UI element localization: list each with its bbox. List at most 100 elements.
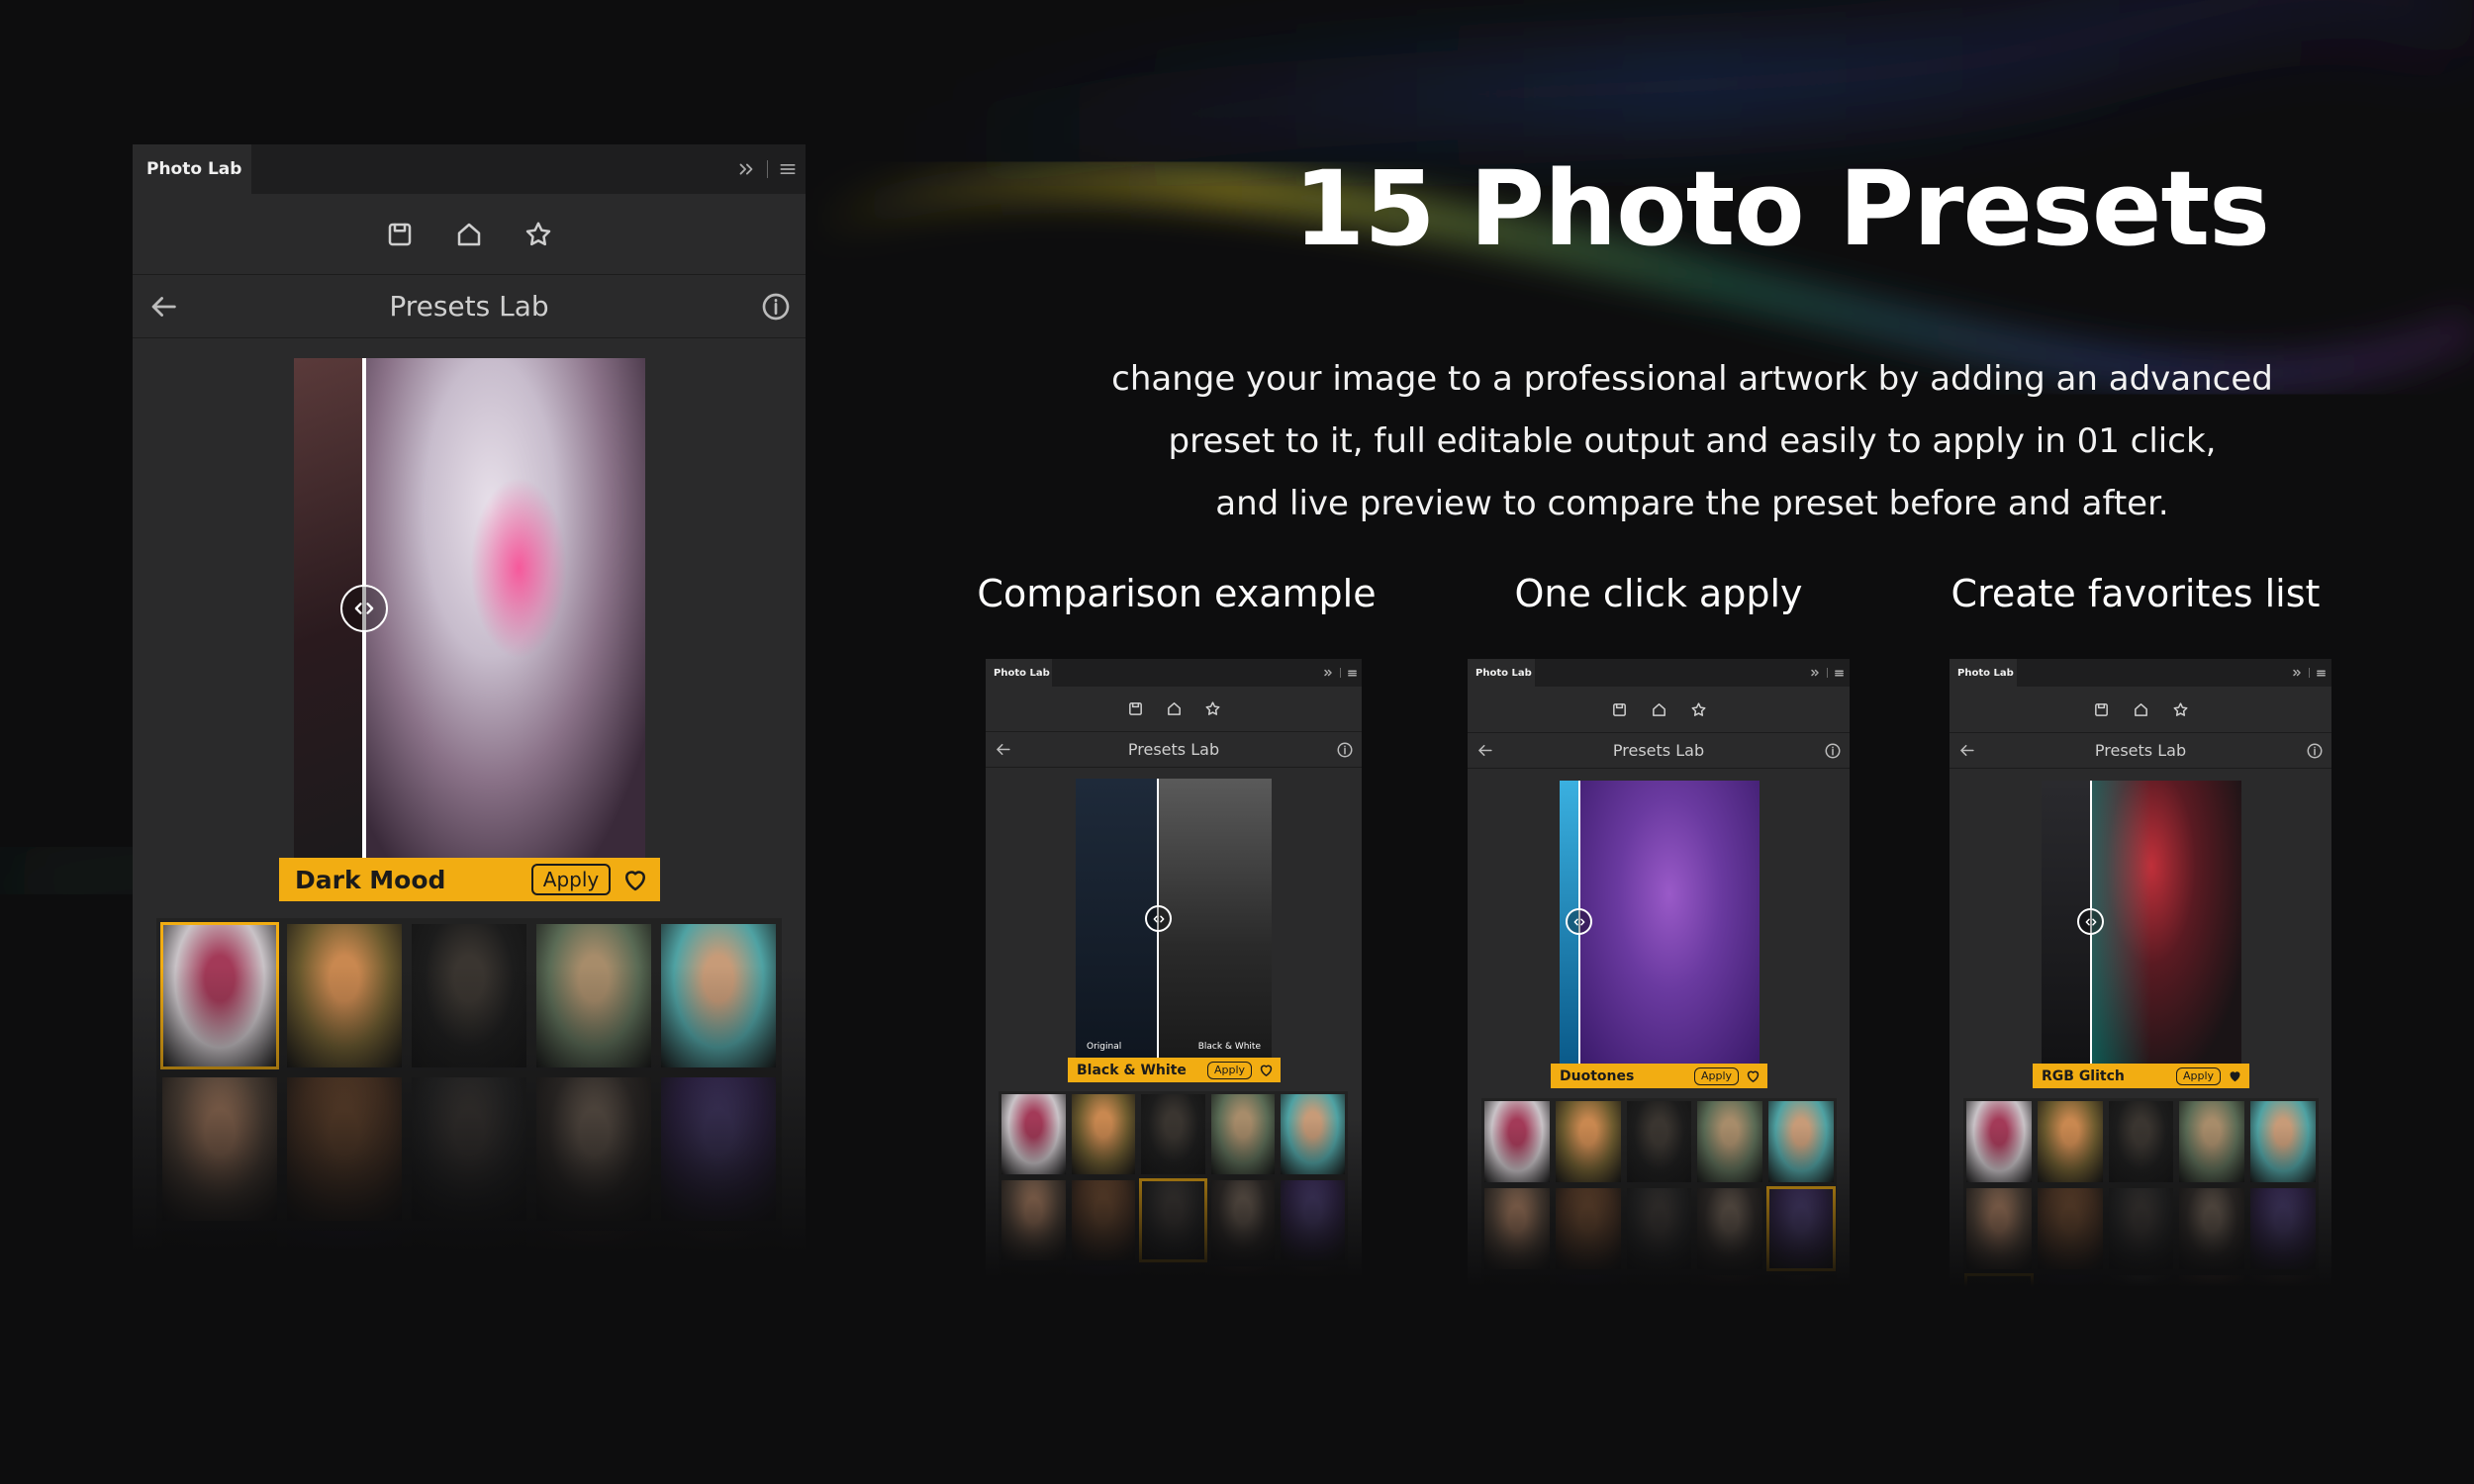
preset-bar: Black & White Apply [1068, 1058, 1281, 1082]
back-arrow-icon[interactable] [994, 740, 1012, 759]
panel-tab-title: Photo Lab [994, 667, 1050, 679]
before-after-preview[interactable] [2042, 781, 2241, 1065]
preset-name: RGB Glitch [2042, 1067, 2125, 1084]
save-icon[interactable] [2093, 701, 2110, 718]
home-icon[interactable] [1651, 701, 1667, 718]
panel-tab-bar: Photo Lab [986, 659, 1362, 687]
panel-tab-bar: Photo Lab [1950, 659, 2331, 687]
panel-tab[interactable]: Photo Lab [1468, 659, 1535, 687]
panel-title: Presets Lab [1127, 740, 1220, 759]
tab-separator [2309, 668, 2310, 678]
panel-toolbar [1950, 687, 2331, 733]
star-icon[interactable] [523, 220, 553, 249]
panel-title: Presets Lab [1612, 741, 1705, 760]
panel-toolbar [1468, 687, 1850, 733]
apply-button[interactable]: Apply [531, 864, 611, 895]
info-icon[interactable] [1336, 741, 1354, 759]
after-image [364, 358, 645, 858]
panel-tab[interactable]: Photo Lab [133, 144, 251, 194]
panel-tab-title: Photo Lab [1957, 667, 2014, 679]
photo-lab-panel-preview: Photo Lab Presets Lab RGB Glitch Apply [1950, 659, 2331, 1316]
back-arrow-icon[interactable] [146, 290, 180, 324]
tab-separator [767, 160, 768, 178]
after-image [1579, 781, 1760, 1065]
info-icon[interactable] [760, 291, 792, 323]
save-icon[interactable] [385, 220, 415, 249]
panel-bottom-fade [1950, 1125, 2331, 1316]
back-arrow-icon[interactable] [1475, 741, 1494, 760]
star-icon[interactable] [1690, 701, 1707, 718]
hamburger-menu-icon[interactable] [1834, 668, 1845, 679]
after-label: Black & White [1197, 1042, 1261, 1052]
feature-label-favorites: Create favorites list [1951, 572, 2321, 615]
home-icon[interactable] [2133, 701, 2149, 718]
panel-toolbar [986, 687, 1362, 732]
home-icon[interactable] [1166, 700, 1183, 717]
before-label: Original [1087, 1042, 1122, 1052]
preset-name: Dark Mood [295, 865, 446, 894]
before-after-preview[interactable] [1560, 781, 1760, 1065]
tab-separator [1827, 668, 1828, 678]
preset-bar: Duotones Apply [1551, 1064, 1767, 1088]
panel-tab-bar: Photo Lab [133, 144, 806, 194]
description: change your image to a professional artw… [1039, 348, 2345, 535]
tab-separator [1340, 668, 1341, 678]
panel-header: Presets Lab [986, 732, 1362, 768]
before-after-preview[interactable]: Original Black & White [1076, 779, 1272, 1058]
heart-icon[interactable] [1258, 1062, 1275, 1078]
photo-lab-panel-main: Photo Lab Presets Lab Dark Mood Apply [133, 144, 806, 1302]
preset-bar: RGB Glitch Apply [2033, 1064, 2249, 1088]
panel-header: Presets Lab [1950, 733, 2331, 769]
panel-tab-bar: Photo Lab [1468, 659, 1850, 687]
star-icon[interactable] [1204, 700, 1221, 717]
panel-title: Presets Lab [2094, 741, 2187, 760]
chevron-double-right-icon[interactable] [2291, 667, 2303, 679]
hamburger-menu-icon[interactable] [778, 159, 798, 179]
hamburger-menu-icon[interactable] [1347, 668, 1358, 679]
panel-tab[interactable]: Photo Lab [986, 659, 1052, 687]
compare-slider-handle[interactable] [1566, 908, 1592, 935]
description-line: preset to it, full editable output and e… [1168, 421, 2217, 461]
panel-header: Presets Lab [133, 275, 806, 338]
heart-icon[interactable] [1745, 1067, 1761, 1084]
before-after-preview[interactable] [294, 358, 645, 858]
feature-label-comparison: Comparison example [977, 572, 1377, 615]
star-icon[interactable] [2172, 701, 2189, 718]
description-line: and live preview to compare the preset b… [1215, 484, 2169, 523]
heart-icon[interactable] [2227, 1067, 2243, 1084]
panel-header: Presets Lab [1468, 733, 1850, 769]
chevron-double-right-icon[interactable] [1322, 667, 1334, 679]
back-arrow-icon[interactable] [1957, 741, 1976, 760]
apply-button[interactable]: Apply [1694, 1067, 1739, 1085]
compare-slider-handle[interactable] [340, 585, 388, 632]
preset-name: Black & White [1077, 1062, 1187, 1078]
panel-bottom-fade [133, 966, 806, 1302]
info-icon[interactable] [2306, 742, 2324, 760]
preset-name: Duotones [1560, 1067, 1635, 1084]
save-icon[interactable] [1127, 700, 1144, 717]
description-line: change your image to a professional artw… [1111, 359, 2273, 399]
apply-button[interactable]: Apply [1207, 1061, 1252, 1079]
hamburger-menu-icon[interactable] [2316, 668, 2327, 679]
chevron-double-right-icon[interactable] [735, 158, 757, 180]
headline: 15 Photo Presets [1292, 148, 2270, 269]
home-icon[interactable] [454, 220, 484, 249]
compare-slider-handle[interactable] [1145, 905, 1172, 932]
photo-lab-panel-preview: Photo Lab Presets Lab Original Black & W… [986, 659, 1362, 1306]
panel-title: Presets Lab [389, 290, 549, 323]
panel-tab[interactable]: Photo Lab [1950, 659, 2017, 687]
panel-tab-title: Photo Lab [146, 159, 242, 179]
preset-bar: Dark Mood Apply [279, 858, 660, 901]
compare-slider-handle[interactable] [2077, 908, 2104, 935]
heart-icon[interactable] [620, 865, 650, 894]
chevron-double-right-icon[interactable] [1809, 667, 1821, 679]
panel-tab-title: Photo Lab [1475, 667, 1532, 679]
after-image [1158, 779, 1272, 1058]
panel-toolbar [133, 194, 806, 275]
feature-label-one-click-apply: One click apply [1514, 572, 1803, 615]
after-image [2091, 781, 2241, 1065]
apply-button[interactable]: Apply [2176, 1067, 2221, 1085]
photo-lab-panel-preview: Photo Lab Presets Lab Duotones Apply [1468, 659, 1850, 1316]
info-icon[interactable] [1824, 742, 1842, 760]
save-icon[interactable] [1611, 701, 1628, 718]
